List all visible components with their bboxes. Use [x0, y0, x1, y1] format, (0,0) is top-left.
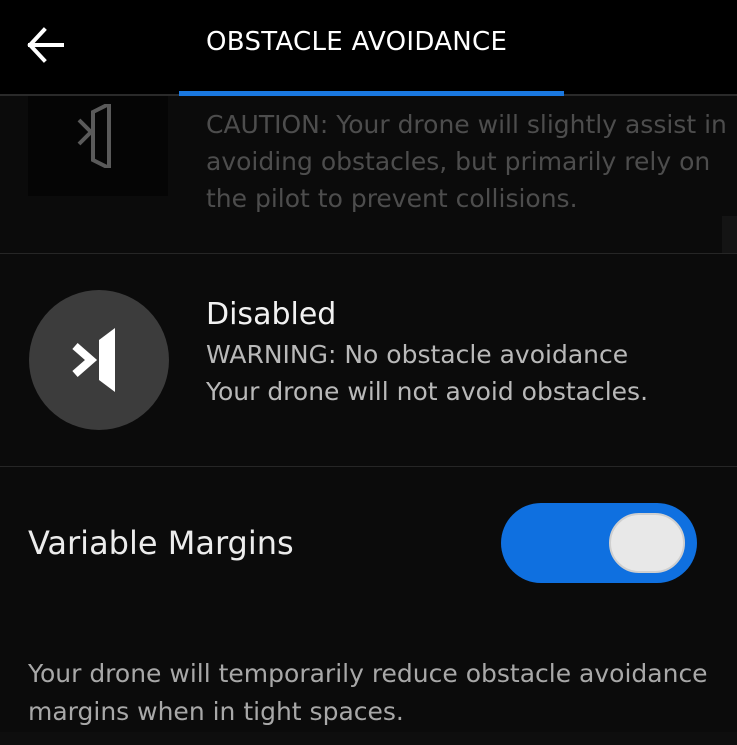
- app-header: OBSTACLE AVOIDANCE: [0, 0, 737, 96]
- mode-option-disabled[interactable]: Disabled WARNING: No obstacle avoidance …: [0, 254, 737, 467]
- page-title: OBSTACLE AVOIDANCE: [206, 27, 508, 57]
- obstacle-disabled-icon: [72, 328, 115, 392]
- variable-margins-help: Your drone will temporarily reduce obsta…: [28, 659, 708, 726]
- toggle-knob: [609, 513, 685, 573]
- variable-margins-label: Variable Margins: [28, 524, 294, 562]
- back-button[interactable]: [22, 24, 68, 66]
- mode-warning: WARNING: No obstacle avoidance: [206, 340, 629, 369]
- variable-margins-toggle[interactable]: [501, 503, 697, 583]
- obstacle-assist-icon: [77, 104, 111, 168]
- mode-icon-container: [28, 96, 168, 196]
- mode-icon-container: [29, 290, 169, 430]
- scroll-edge: [722, 216, 737, 253]
- bottom-edge: [0, 732, 737, 745]
- mode-option-assist[interactable]: CAUTION: Your drone will slightly assist…: [0, 96, 737, 254]
- mode-title: Disabled: [206, 297, 337, 332]
- mode-description: Your drone will not avoid obstacles.: [206, 377, 649, 406]
- mode-description: CAUTION: Your drone will slightly assist…: [206, 110, 727, 213]
- arrow-left-icon: [27, 27, 64, 63]
